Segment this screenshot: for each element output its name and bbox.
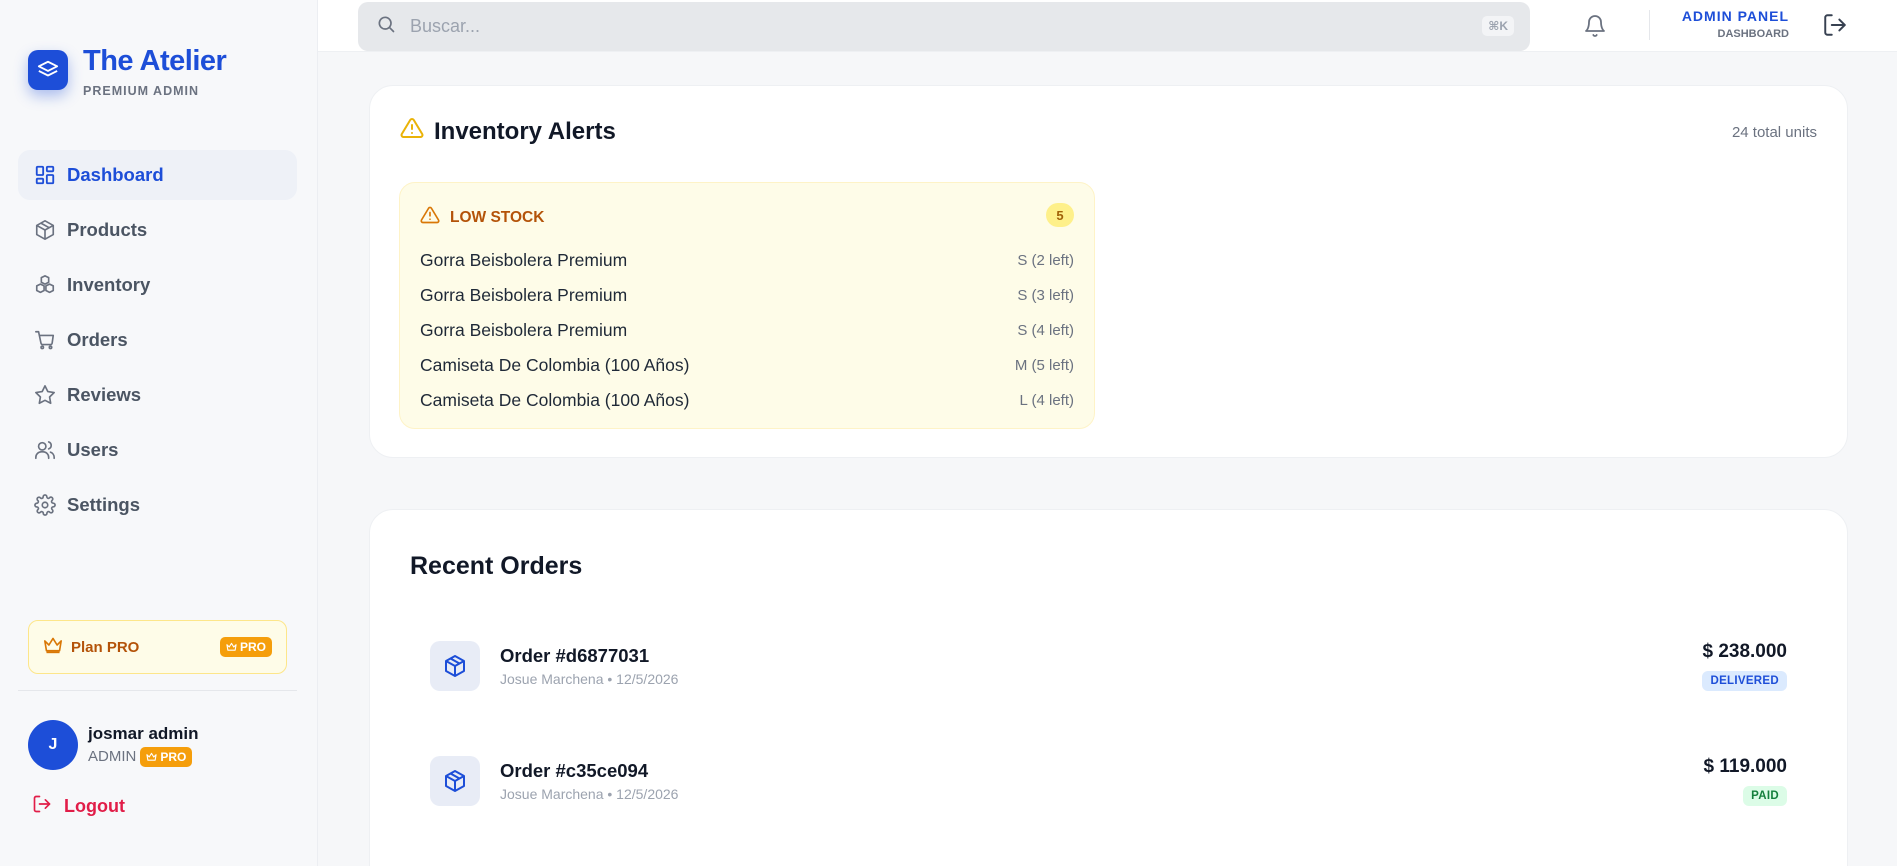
user-role: ADMIN PRO	[88, 746, 199, 767]
user-profile[interactable]: J josmar admin ADMIN PRO	[28, 720, 199, 770]
low-stock-title: LOW STOCK	[450, 208, 545, 226]
sidebar: The Atelier PREMIUM ADMIN Dashboard Prod…	[0, 0, 318, 866]
logout-icon	[1824, 14, 1846, 36]
sidebar-item-users[interactable]: Users	[18, 425, 297, 475]
sidebar-item-label: Inventory	[67, 274, 151, 295]
brand-subtitle: PREMIUM ADMIN	[83, 84, 200, 98]
sidebar-item-dashboard[interactable]: Dashboard	[18, 150, 297, 200]
low-stock-panel: LOW STOCK 5 Gorra Beisbolera Premium S (…	[399, 182, 1095, 429]
item-name: Camiseta De Colombia (100 Años)	[420, 355, 690, 375]
order-id: Order #c35ce094	[500, 760, 649, 781]
item-stock: S (3 left)	[1017, 287, 1074, 304]
sidebar-item-settings[interactable]: Settings	[18, 480, 297, 530]
item-name: Gorra Beisbolera Premium	[420, 250, 628, 270]
order-row[interactable]: Order #d6877031 Josue Marchena • 12/5/20…	[430, 636, 1787, 696]
status-badge: PAID	[1743, 786, 1787, 806]
total-units: 24 total units	[1731, 124, 1817, 141]
warning-icon	[420, 205, 440, 230]
brand[interactable]: The Atelier PREMIUM ADMIN	[28, 45, 227, 98]
logout-button[interactable]: Logout	[32, 794, 125, 819]
layers-icon	[28, 50, 68, 90]
item-name: Gorra Beisbolera Premium	[420, 320, 628, 340]
recent-orders-title: Recent Orders	[410, 552, 583, 580]
low-stock-list: Gorra Beisbolera Premium S (2 left) Gorr…	[420, 243, 1074, 418]
header-divider	[1649, 10, 1650, 40]
search-input[interactable]	[410, 16, 1410, 37]
sidebar-nav: Dashboard Products Inventory Orders Revi…	[18, 150, 297, 535]
item-stock: S (2 left)	[1017, 252, 1074, 269]
sidebar-item-label: Orders	[67, 329, 128, 350]
warning-icon	[400, 116, 424, 147]
plan-pro-banner[interactable]: Plan PRO PRO	[28, 620, 287, 674]
search-bar[interactable]: ⌘K	[358, 2, 1530, 51]
box-icon	[33, 218, 57, 242]
recent-orders-card: Recent Orders Order #d6877031 Josue Marc…	[369, 509, 1848, 866]
gear-icon	[33, 493, 57, 517]
item-stock: S (4 left)	[1017, 322, 1074, 339]
crown-icon	[146, 752, 157, 761]
user-name: josmar admin	[88, 723, 199, 743]
sidebar-item-label: Users	[67, 439, 119, 460]
sidebar-item-orders[interactable]: Orders	[18, 315, 297, 365]
exit-button[interactable]	[1822, 12, 1848, 43]
dashboard-icon	[33, 163, 57, 187]
low-stock-count: 5	[1046, 203, 1074, 227]
package-icon	[430, 641, 480, 691]
package-icon	[430, 756, 480, 806]
item-name: Gorra Beisbolera Premium	[420, 285, 628, 305]
brand-title: The Atelier	[83, 45, 227, 77]
pro-badge: PRO	[219, 637, 272, 657]
inventory-alerts-card: Inventory Alerts 24 total units LOW STOC…	[369, 85, 1848, 458]
list-item[interactable]: Gorra Beisbolera Premium S (2 left)	[420, 243, 1074, 278]
item-name: Camiseta De Colombia (100 Años)	[420, 390, 690, 410]
search-shortcut: ⌘K	[1482, 16, 1514, 36]
inventory-alerts-title: Inventory Alerts	[434, 117, 616, 145]
logout-label: Logout	[64, 796, 125, 816]
order-amount: $ 238.000	[1702, 641, 1787, 662]
sidebar-item-label: Reviews	[67, 384, 142, 405]
list-item[interactable]: Camiseta De Colombia (100 Años) L (4 lef…	[420, 383, 1074, 418]
item-stock: M (5 left)	[1014, 357, 1074, 374]
sidebar-item-label: Dashboard	[67, 164, 164, 185]
users-icon	[33, 438, 57, 462]
sidebar-item-inventory[interactable]: Inventory	[18, 260, 297, 310]
crown-icon	[226, 642, 237, 651]
bell-icon	[1585, 15, 1605, 37]
pro-badge-label: PRO	[239, 640, 266, 654]
sidebar-divider	[18, 690, 297, 691]
crown-icon	[43, 636, 63, 659]
order-id: Order #d6877031	[500, 645, 650, 666]
top-header: ⌘K ADMIN PANEL DASHBOARD	[318, 0, 1897, 52]
sidebar-item-products[interactable]: Products	[18, 205, 297, 255]
inventory-alerts-heading: Inventory Alerts	[400, 116, 616, 147]
plan-label: Plan PRO	[71, 638, 140, 656]
order-meta: Josue Marchena • 12/5/2026	[500, 786, 679, 802]
sidebar-item-reviews[interactable]: Reviews	[18, 370, 297, 420]
logout-icon	[32, 794, 52, 819]
order-row[interactable]: Order #c35ce094 Josue Marchena • 12/5/20…	[430, 751, 1787, 811]
sidebar-item-label: Settings	[67, 494, 140, 515]
boxes-icon	[33, 273, 57, 297]
list-item[interactable]: Gorra Beisbolera Premium S (4 left)	[420, 313, 1074, 348]
notifications-button[interactable]	[1583, 14, 1607, 43]
admin-panel-title: ADMIN PANEL	[1681, 8, 1789, 24]
sidebar-item-label: Products	[67, 219, 148, 240]
pro-badge-label: PRO	[160, 749, 187, 764]
order-meta: Josue Marchena • 12/5/2026	[500, 671, 679, 687]
list-item[interactable]: Gorra Beisbolera Premium S (3 left)	[420, 278, 1074, 313]
status-badge: DELIVERED	[1702, 671, 1787, 691]
list-item[interactable]: Camiseta De Colombia (100 Años) M (5 lef…	[420, 348, 1074, 383]
search-icon	[376, 14, 396, 39]
admin-panel-label: ADMIN PANEL DASHBOARD	[1682, 8, 1789, 40]
admin-panel-subtitle: DASHBOARD	[1717, 28, 1790, 40]
user-role-label: ADMIN	[88, 748, 137, 765]
pro-badge: PRO	[140, 746, 193, 767]
star-icon	[33, 383, 57, 407]
cart-icon	[33, 328, 57, 352]
order-amount: $ 119.000	[1703, 756, 1787, 777]
avatar: J	[28, 720, 78, 770]
item-stock: L (4 left)	[1019, 392, 1074, 409]
